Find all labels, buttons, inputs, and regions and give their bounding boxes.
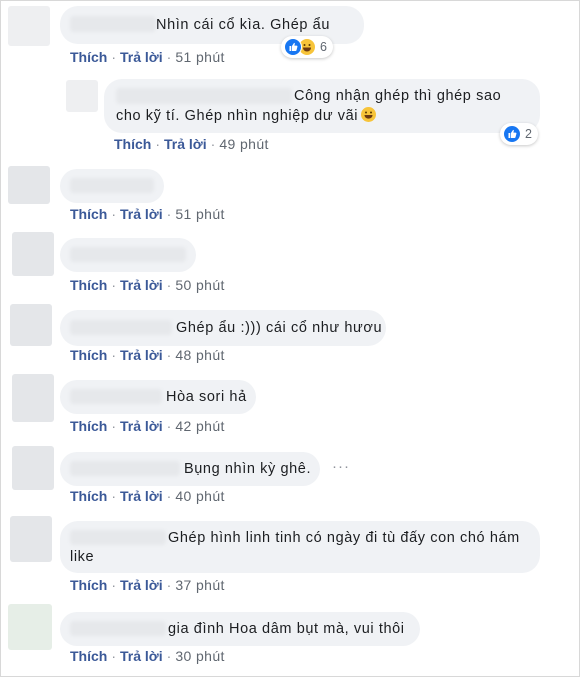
comment-text: Hòa sori hả	[166, 389, 247, 405]
like-link[interactable]: Thích	[70, 347, 107, 363]
comment-text: Nhìn cái cổ kìa. Ghép ẩu	[156, 17, 330, 33]
reply-link[interactable]: Trả lời	[120, 49, 163, 65]
reply-link[interactable]: Trả lời	[120, 418, 163, 434]
comment-bubble: Bụng nhìn kỳ ghê.	[60, 452, 320, 486]
avatar[interactable]	[12, 446, 54, 490]
comment-text: Bụng nhìn kỳ ghê.	[184, 461, 312, 477]
like-link[interactable]: Thích	[70, 648, 107, 664]
like-icon	[503, 125, 521, 143]
rolling-laughing-icon	[361, 107, 377, 122]
avatar[interactable]	[66, 80, 98, 112]
comment-bubble: gia đình Hoa dâm bụt mà, vui thôi	[60, 612, 420, 646]
reaction-summary[interactable]: 2	[500, 123, 538, 145]
separator-dot: ·	[166, 347, 172, 363]
separator-dot: ·	[111, 277, 117, 293]
separator-dot: ·	[166, 488, 172, 504]
comment-text-continued: cho kỹ tí. Ghép nhìn nghiệp dư vãi	[116, 108, 359, 124]
comment-text-line2: cho kỹ tí. Ghép nhìn nghiệp dư vãi	[116, 106, 377, 126]
separator-dot: ·	[111, 488, 117, 504]
reaction-count: 2	[525, 127, 532, 141]
redacted-name	[70, 320, 172, 335]
redacted-name	[70, 389, 162, 404]
comment-actions: Thích · Trả lời · 51 phút	[70, 206, 225, 222]
comment-actions: Thích · Trả lời · 48 phút	[70, 347, 225, 363]
separator-dot: ·	[166, 648, 172, 664]
comment-actions: Thích · Trả lời · 40 phút	[70, 488, 225, 504]
reply-link[interactable]: Trả lời	[164, 136, 207, 152]
like-link[interactable]: Thích	[70, 577, 107, 593]
avatar[interactable]	[8, 166, 50, 204]
comment-actions: Thích · Trả lời · 51 phút	[70, 49, 225, 65]
reaction-count: 6	[320, 40, 327, 54]
avatar[interactable]	[12, 374, 54, 422]
separator-dot: ·	[111, 49, 117, 65]
redacted-name	[116, 88, 292, 104]
avatar[interactable]	[8, 604, 52, 650]
separator-dot: ·	[166, 49, 172, 65]
like-link[interactable]: Thích	[70, 206, 107, 222]
redacted-name	[70, 16, 156, 32]
separator-dot: ·	[111, 206, 117, 222]
comment-actions: Thích · Trả lời · 49 phút	[114, 136, 269, 152]
separator-dot: ·	[166, 206, 172, 222]
reply-link[interactable]: Trả lời	[120, 648, 163, 664]
like-link[interactable]: Thích	[70, 418, 107, 434]
reply-link[interactable]: Trả lời	[120, 206, 163, 222]
comment-text-line2: like	[70, 549, 95, 565]
separator-dot: ·	[111, 577, 117, 593]
comment-bubble: Ghép ẩu :))) cái cổ như hươu	[60, 310, 386, 346]
reply-link[interactable]: Trả lời	[120, 488, 163, 504]
separator-dot: ·	[111, 418, 117, 434]
reply-link[interactable]: Trả lời	[120, 347, 163, 363]
timestamp[interactable]: 50 phút	[175, 277, 225, 293]
comment-bubble	[60, 169, 164, 203]
comment-text: Công nhận ghép thì ghép sao	[294, 88, 502, 104]
like-link[interactable]: Thích	[70, 488, 107, 504]
comment-bubble: Ghép hình linh tinh có ngày đi tù đấy co…	[60, 521, 540, 573]
comment-bubble: Hòa sori hả	[60, 380, 256, 414]
timestamp[interactable]: 42 phút	[175, 418, 225, 434]
like-link[interactable]: Thích	[70, 49, 107, 65]
comment-text: Ghép ẩu :))) cái cổ như hươu	[176, 320, 383, 336]
avatar[interactable]	[8, 6, 50, 46]
comment-text: gia đình Hoa dâm bụt mà, vui thôi	[168, 621, 405, 637]
redacted-name	[70, 461, 180, 476]
timestamp[interactable]: 49 phút	[219, 136, 269, 152]
avatar[interactable]	[12, 232, 54, 276]
timestamp[interactable]: 40 phút	[175, 488, 225, 504]
timestamp[interactable]: 51 phút	[175, 49, 225, 65]
redacted-name	[70, 247, 186, 262]
separator-dot: ·	[111, 347, 117, 363]
timestamp[interactable]: 51 phút	[175, 206, 225, 222]
timestamp[interactable]: 37 phút	[175, 577, 225, 593]
like-icon	[284, 38, 302, 56]
redacted-name	[70, 178, 154, 193]
redacted-name	[70, 530, 166, 545]
comment-actions: Thích · Trả lời · 37 phút	[70, 577, 225, 593]
comment-actions: Thích · Trả lời · 50 phút	[70, 277, 225, 293]
timestamp[interactable]: 48 phút	[175, 347, 225, 363]
avatar[interactable]	[10, 304, 52, 346]
timestamp[interactable]: 30 phút	[175, 648, 225, 664]
like-link[interactable]: Thích	[70, 277, 107, 293]
comment-actions: Thích · Trả lời · 30 phút	[70, 648, 225, 664]
comment-text: Ghép hình linh tinh có ngày đi tù đấy co…	[168, 530, 520, 546]
redacted-name	[70, 621, 166, 636]
reply-link[interactable]: Trả lời	[120, 277, 163, 293]
separator-dot: ·	[166, 277, 172, 293]
comment-actions: Thích · Trả lời · 42 phút	[70, 418, 225, 434]
separator-dot: ·	[210, 136, 216, 152]
separator-dot: ·	[166, 577, 172, 593]
separator-dot: ·	[111, 648, 117, 664]
separator-dot: ·	[166, 418, 172, 434]
avatar[interactable]	[10, 516, 52, 562]
reaction-summary[interactable]: 6	[281, 36, 333, 58]
more-options-icon[interactable]: ···	[332, 458, 350, 475]
reply-link[interactable]: Trả lời	[120, 577, 163, 593]
like-link[interactable]: Thích	[114, 136, 151, 152]
comment-bubble	[60, 238, 196, 272]
comment-bubble: Công nhận ghép thì ghép sao cho kỹ tí. G…	[104, 79, 540, 133]
separator-dot: ·	[155, 136, 161, 152]
